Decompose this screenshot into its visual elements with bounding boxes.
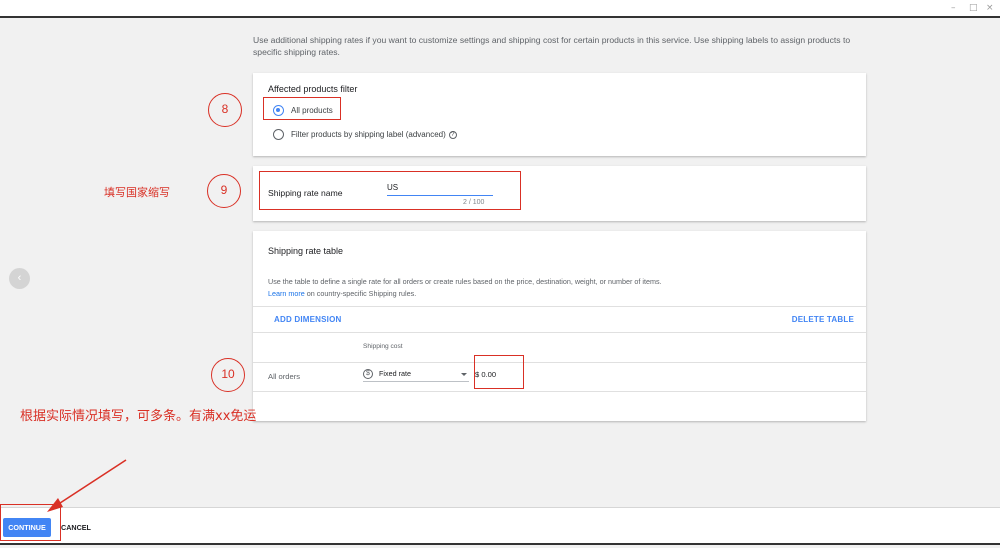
affected-products-filter-card: Affected products filter All products Fi…: [253, 73, 866, 156]
learn-more-link[interactable]: Learn more: [268, 289, 305, 298]
annotation-step-10: 10: [211, 358, 245, 392]
annotation-box-all-products: [263, 97, 341, 120]
shipping-cost-column-header: Shipping cost: [363, 343, 403, 350]
divider: [253, 332, 866, 333]
close-icon[interactable]: ×: [986, 3, 994, 13]
dollar-icon: $: [363, 368, 373, 379]
divider: [253, 306, 866, 307]
window-title-bar: – □ ×: [0, 0, 1000, 18]
radio-filter-by-label[interactable]: Filter products by shipping label (advan…: [273, 129, 457, 140]
radio-filter-by-label-label: Filter products by shipping label (advan…: [291, 130, 446, 139]
all-orders-row-label: All orders: [268, 372, 301, 381]
annotation-box-shipping-cost: [474, 355, 524, 389]
cancel-button[interactable]: CANCEL: [61, 518, 91, 537]
rate-type-select[interactable]: $ Fixed rate: [363, 366, 469, 382]
learn-more-suffix: on country-specific Shipping rules.: [304, 289, 417, 298]
back-arrow-button[interactable]: ‹: [9, 268, 30, 289]
annotation-note-fill-rules: 根据实际情况填写，可多条。有满xx免运: [20, 409, 257, 424]
annotation-step-9: 9: [207, 174, 241, 208]
annotation-note-country-code: 填写国家缩写: [104, 186, 170, 199]
filter-card-title: Affected products filter: [268, 84, 358, 94]
delete-table-button[interactable]: DELETE TABLE: [792, 315, 854, 324]
help-icon[interactable]: ?: [448, 130, 457, 139]
annotation-box-rate-name: [259, 171, 521, 210]
maximize-icon[interactable]: □: [969, 3, 978, 13]
bottom-action-bar: CONTINUE CANCEL: [0, 507, 1000, 545]
annotation-step-8: 8: [208, 93, 242, 127]
add-dimension-button[interactable]: ADD DIMENSION: [274, 315, 342, 324]
chevron-down-icon: [461, 373, 467, 376]
table-card-title: Shipping rate table: [268, 246, 344, 256]
rate-type-value: Fixed rate: [379, 369, 411, 378]
table-description: Use the table to define a single rate fo…: [268, 276, 848, 300]
divider: [253, 362, 866, 363]
radio-unchecked-icon[interactable]: [273, 129, 284, 140]
annotation-arrow-line: [56, 459, 127, 506]
divider: [253, 391, 866, 392]
intro-description: Use additional shipping rates if you wan…: [253, 35, 851, 57]
minimize-icon[interactable]: –: [951, 3, 956, 13]
shipping-rate-table-card: Shipping rate table Use the table to def…: [253, 231, 866, 421]
table-description-text: Use the table to define a single rate fo…: [268, 277, 662, 286]
annotation-box-continue: [0, 504, 61, 541]
